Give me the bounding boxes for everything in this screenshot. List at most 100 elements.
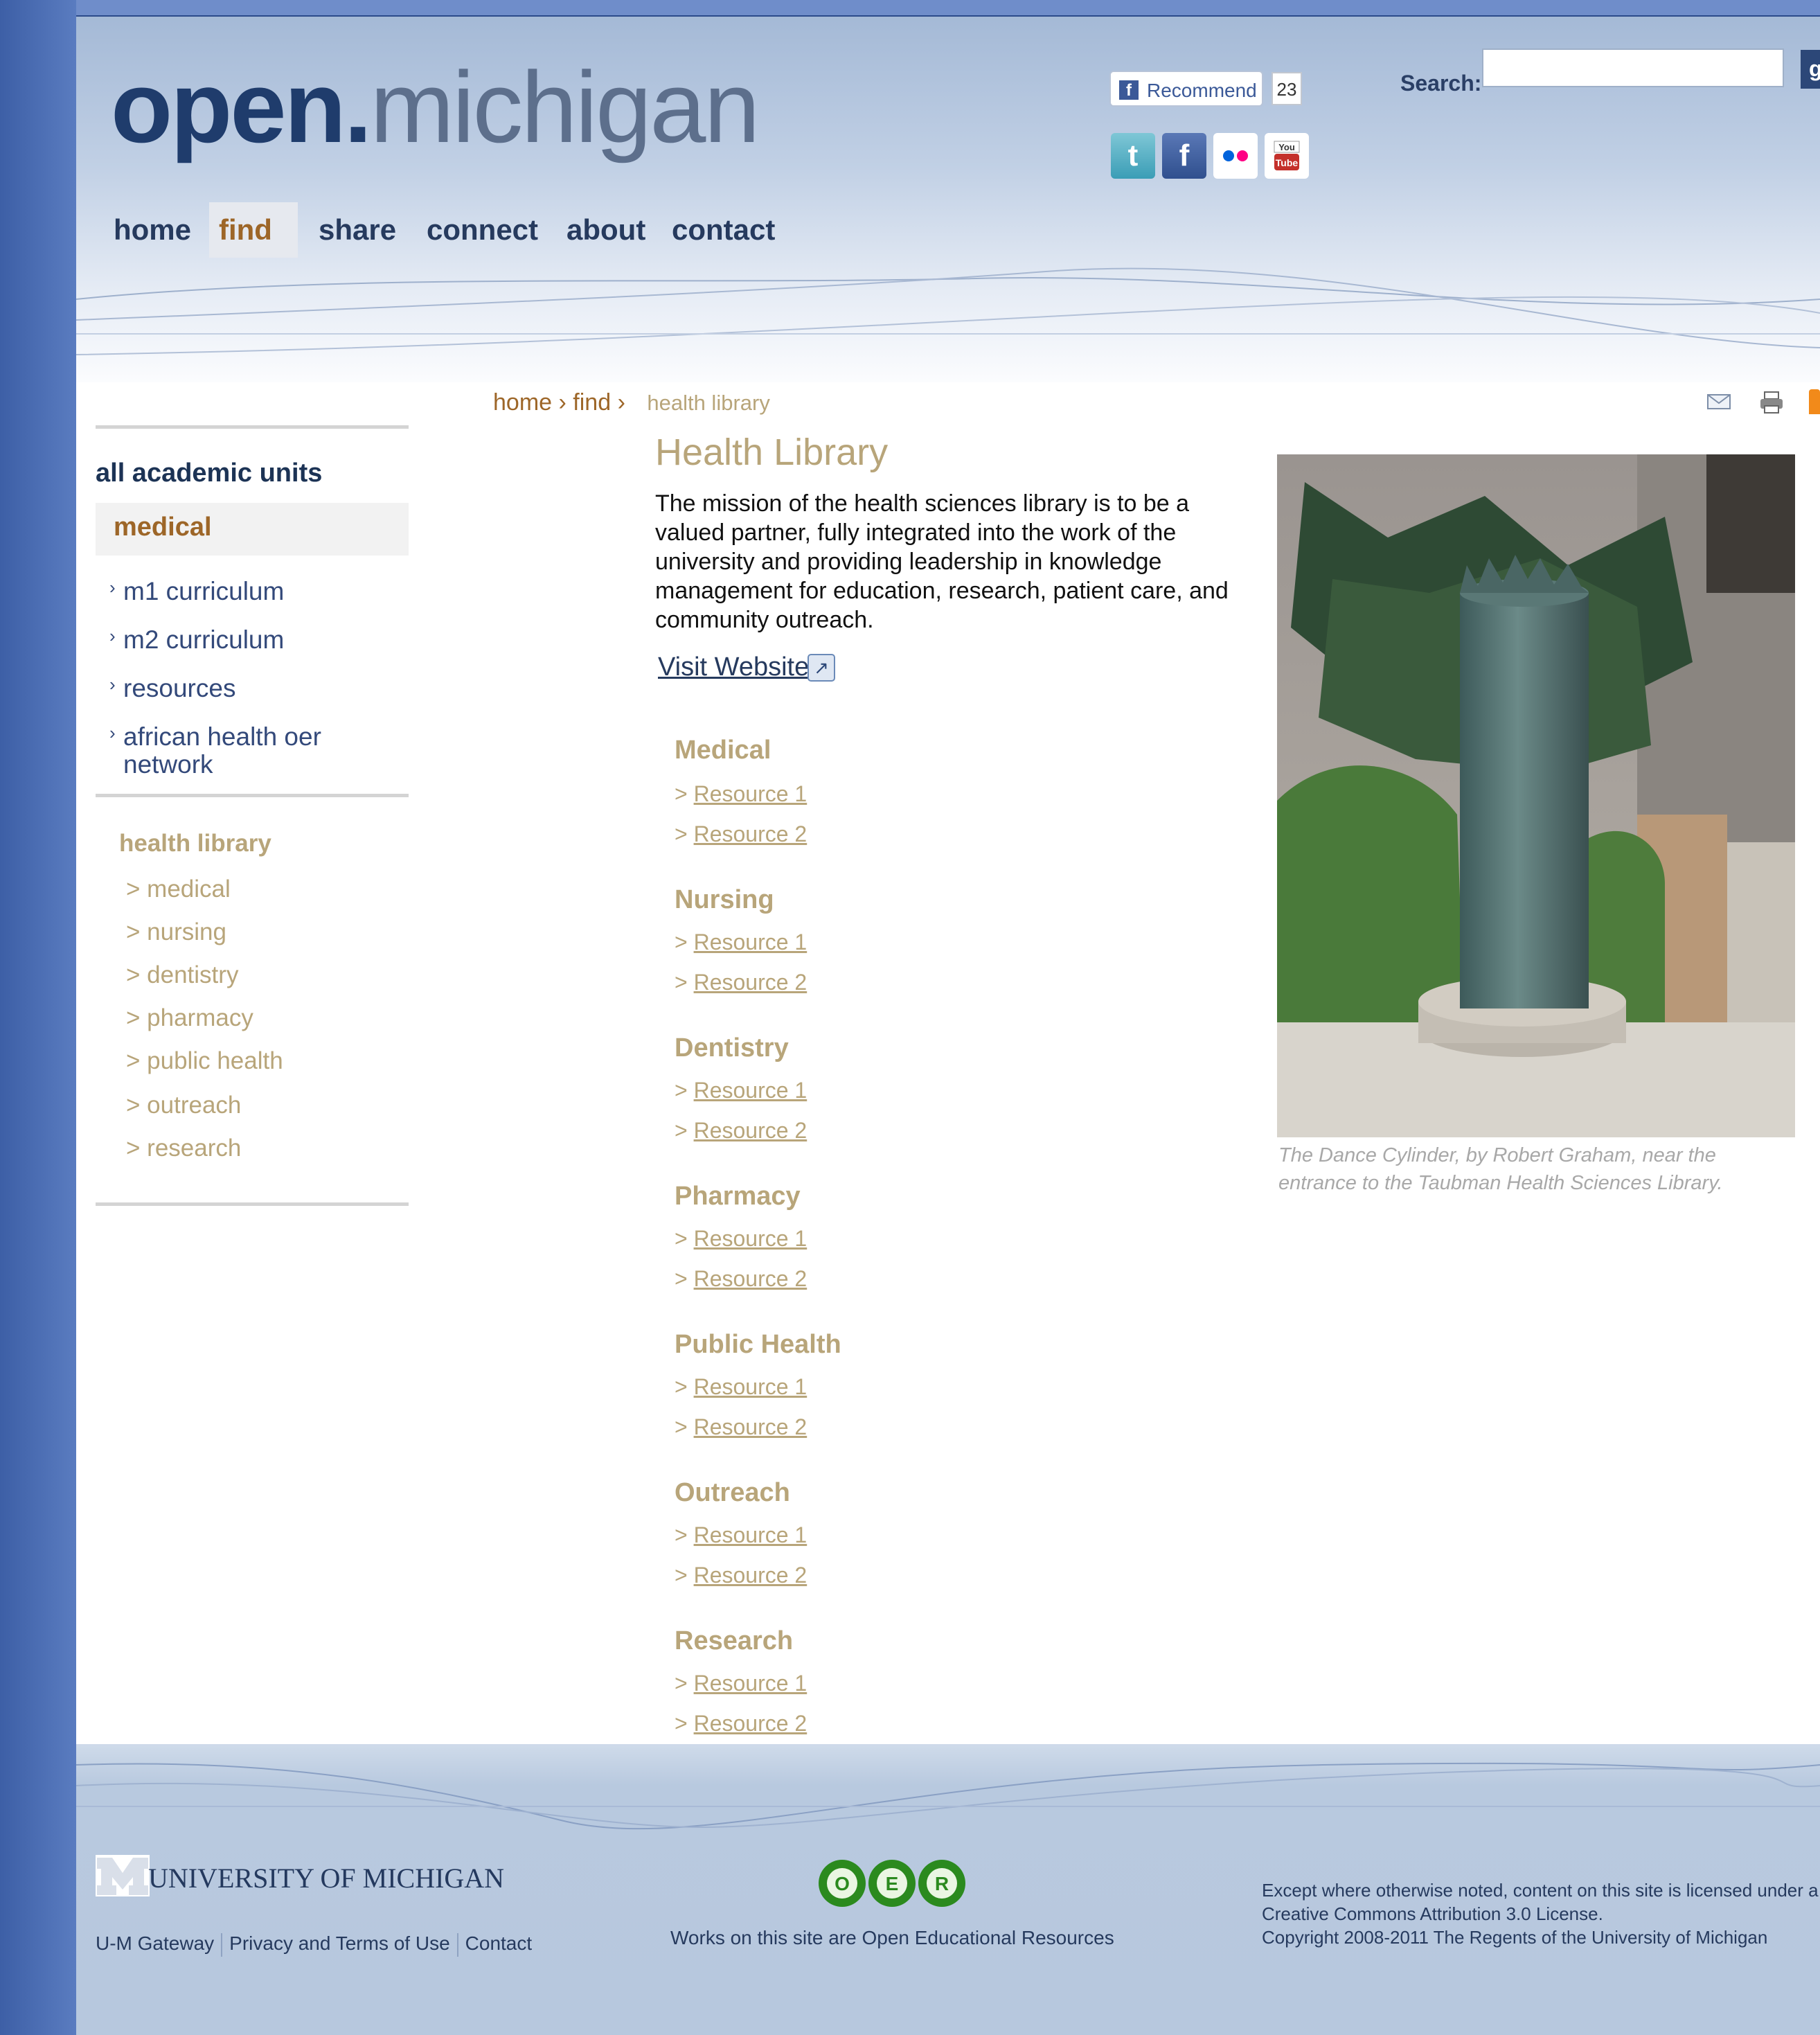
resource-link-text[interactable]: Resource 1 <box>694 1522 808 1547</box>
resource-link-text[interactable]: Resource 1 <box>694 1671 808 1696</box>
sidebar-active-unit-label: medical <box>114 513 212 542</box>
resource-link[interactable]: > Resource 1 <box>675 1671 807 1696</box>
resource-link[interactable]: > Resource 2 <box>675 1266 807 1292</box>
youtube-icon[interactable]: You Tube <box>1265 133 1309 179</box>
chevron-right-icon: › <box>109 722 116 743</box>
resource-prefix: > <box>675 1266 688 1291</box>
search-go-button[interactable]: g <box>1801 50 1820 89</box>
page-title: Health Library <box>655 432 889 473</box>
header-topline <box>76 15 1820 17</box>
visit-website-link[interactable]: Visit Website <box>658 652 809 682</box>
twitter-icon[interactable]: t <box>1111 133 1155 179</box>
chevron-right-icon: › <box>109 577 116 598</box>
sidebar-sub-item[interactable]: › african health oer network <box>109 722 373 779</box>
footer-link-gateway[interactable]: U-M Gateway <box>96 1932 214 1954</box>
chevron-right-icon: › <box>109 674 116 695</box>
resource-prefix: > <box>675 1118 688 1143</box>
resource-link[interactable]: > Resource 2 <box>675 1711 807 1736</box>
resource-link[interactable]: > Resource 2 <box>675 821 807 847</box>
resource-link[interactable]: > Resource 1 <box>675 781 807 807</box>
email-icon[interactable] <box>1705 389 1733 414</box>
resource-link-text[interactable]: Resource 1 <box>694 781 808 806</box>
sidebar-sub-label: m1 curriculum <box>123 577 285 605</box>
sidebar-health-item[interactable]: > nursing <box>126 918 226 946</box>
rss-icon[interactable] <box>1809 389 1820 414</box>
sidebar-sub-label: resources <box>123 674 236 702</box>
resource-link-text[interactable]: Resource 1 <box>694 930 808 954</box>
resource-link-text[interactable]: Resource 2 <box>694 1414 808 1439</box>
recommend-label: Recommend <box>1147 80 1257 101</box>
resource-link-text[interactable]: Resource 2 <box>694 1118 808 1143</box>
resource-link[interactable]: > Resource 1 <box>675 1374 807 1400</box>
sidebar-health-item[interactable]: > pharmacy <box>126 1004 253 1032</box>
resource-link[interactable]: > Resource 2 <box>675 970 807 995</box>
facebook-small-icon: f <box>1119 80 1139 100</box>
section-heading: Medical <box>675 736 771 765</box>
resource-prefix: > <box>675 1711 688 1736</box>
footer-links: U-M Gateway Privacy and Terms of Use Conta… <box>96 1932 532 1957</box>
photo-caption: The Dance Cylinder, by Robert Graham, ne… <box>1278 1144 1723 1194</box>
page: open.michigan f Recommend 23 t f You Tube… <box>76 15 1820 2035</box>
sidebar-health-item[interactable]: > outreach <box>126 1092 241 1119</box>
section-heading: Outreach <box>675 1478 790 1507</box>
facebook-recommend-button[interactable]: f Recommend <box>1109 71 1263 107</box>
resource-link[interactable]: > Resource 2 <box>675 1118 807 1144</box>
resource-link[interactable]: > Resource 1 <box>675 930 807 955</box>
oer-logo[interactable]: O E R <box>817 1858 967 1909</box>
resource-prefix: > <box>675 1522 688 1547</box>
external-link-icon[interactable]: ↗ <box>808 654 835 682</box>
sidebar-sub-label: m2 curriculum <box>123 625 285 654</box>
breadcrumb-sep: › <box>617 389 625 416</box>
resource-link-text[interactable]: Resource 1 <box>694 1078 808 1103</box>
sidebar-sub-item[interactable]: › m2 curriculum <box>109 625 373 654</box>
sidebar-health-item[interactable]: > medical <box>126 876 231 903</box>
sidebar-health-item[interactable]: > dentistry <box>126 961 238 989</box>
svg-text:You: You <box>1278 142 1295 152</box>
breadcrumb-find[interactable]: find <box>573 389 611 416</box>
site-logo[interactable]: open.michigan <box>111 57 760 158</box>
svg-text:E: E <box>886 1873 899 1894</box>
resource-link-text[interactable]: Resource 1 <box>694 1374 808 1399</box>
resource-link[interactable]: > Resource 2 <box>675 1563 807 1588</box>
flickr-icon[interactable] <box>1213 133 1258 179</box>
recommend-count: 23 <box>1272 72 1302 105</box>
resource-link-text[interactable]: Resource 2 <box>694 1711 808 1736</box>
sidebar-divider <box>96 1202 409 1206</box>
print-icon[interactable] <box>1758 389 1785 414</box>
resource-prefix: > <box>675 1414 688 1439</box>
resource-link-text[interactable]: Resource 2 <box>694 1563 808 1588</box>
resource-link-text[interactable]: Resource 2 <box>694 970 808 995</box>
resource-link-text[interactable]: Resource 1 <box>694 1226 808 1251</box>
sidebar-health-title[interactable]: health library <box>119 830 271 857</box>
sidebar-health-item[interactable]: > public health <box>126 1047 283 1075</box>
section-heading: Pharmacy <box>675 1182 801 1211</box>
sidebar-sub-item[interactable]: › m1 curriculum <box>109 577 373 605</box>
sidebar-health-item[interactable]: > research <box>126 1135 241 1162</box>
resource-prefix: > <box>675 1563 688 1588</box>
resource-link[interactable]: > Resource 1 <box>675 1078 807 1103</box>
footer-waves-decoration <box>76 1762 1820 1830</box>
section-heading: Nursing <box>675 885 774 914</box>
sidebar-active-unit[interactable]: medical <box>96 503 409 556</box>
search-input[interactable] <box>1482 48 1784 87</box>
sidebar-all-units[interactable]: all academic units <box>96 459 322 488</box>
flickr-dots <box>1223 150 1248 161</box>
resource-link[interactable]: > Resource 2 <box>675 1414 807 1440</box>
um-name: UNIVERSITY OF MICHIGAN <box>148 1863 505 1894</box>
breadcrumb: home › find › health library <box>493 389 770 416</box>
resource-link[interactable]: > Resource 1 <box>675 1522 807 1548</box>
resource-link-text[interactable]: Resource 2 <box>694 1266 808 1291</box>
header-waves-decoration <box>76 267 1820 355</box>
svg-text:R: R <box>935 1873 949 1894</box>
facebook-icon[interactable]: f <box>1162 133 1206 179</box>
breadcrumb-home[interactable]: home <box>493 389 552 416</box>
resource-prefix: > <box>675 970 688 995</box>
copyright-line: Copyright 2008-2011 The Regents of the U… <box>1262 1927 1768 1948</box>
resource-link-text[interactable]: Resource 2 <box>694 821 808 846</box>
footer-link-privacy[interactable]: Privacy and Terms of Use <box>229 1932 450 1954</box>
youtube-logo: You Tube <box>1274 141 1300 170</box>
um-block-m-icon <box>96 1855 150 1896</box>
resource-link[interactable]: > Resource 1 <box>675 1226 807 1252</box>
footer-link-contact[interactable]: Contact <box>465 1932 533 1954</box>
sidebar-sub-item[interactable]: › resources <box>109 674 373 702</box>
